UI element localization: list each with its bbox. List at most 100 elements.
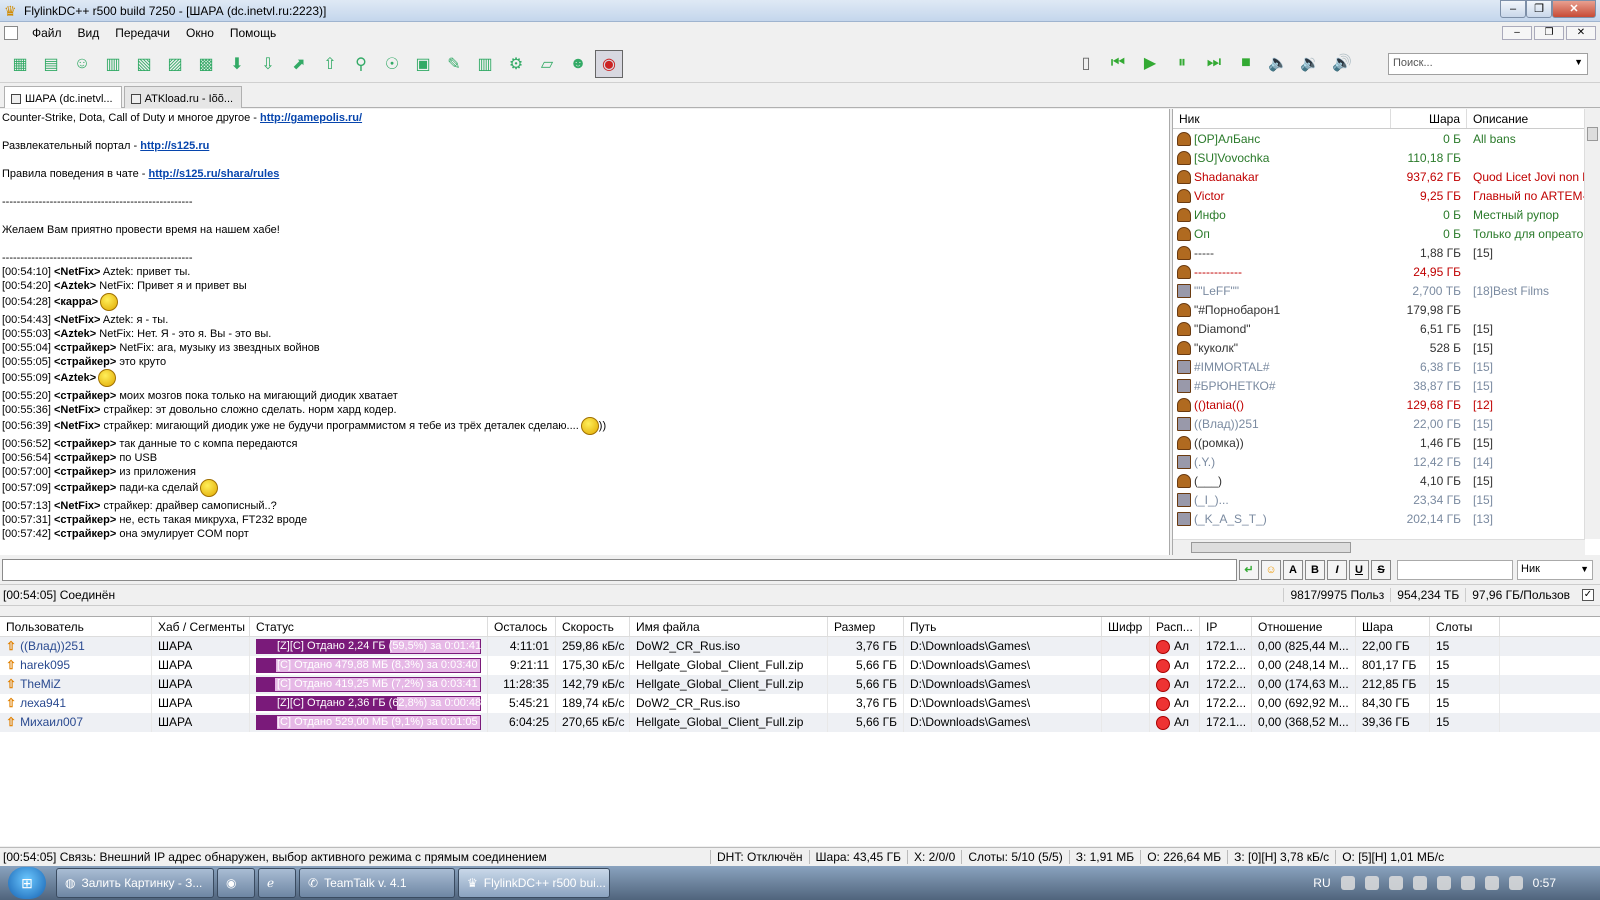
chat-nick[interactable]: <страйкер> xyxy=(54,438,116,450)
user-row[interactable]: "#Порнобарон1 179,98 ГБ xyxy=(1173,300,1600,319)
chat-nick[interactable]: <карра> xyxy=(54,296,98,308)
transfer-column-header[interactable]: Статус xyxy=(250,617,488,636)
chat-nick[interactable]: <NetFix> xyxy=(54,404,100,416)
chevron-down-icon[interactable]: ▼ xyxy=(1574,57,1583,67)
notepad-icon[interactable]: ✎ xyxy=(440,50,468,78)
user-row[interactable]: (_I_)... 23,34 ГБ [15] xyxy=(1173,490,1600,509)
transfer-row[interactable]: ⇧ леха941 ШАРА [Z][C] Отдано 2,36 ГБ (62,8%… xyxy=(0,694,1600,713)
play-icon[interactable]: ▶ xyxy=(1136,49,1164,77)
user-filter-input[interactable] xyxy=(1397,560,1513,580)
user-row[interactable]: Оп 0 Б Только для опреато xyxy=(1173,224,1600,243)
transfer-column-header[interactable]: Имя файла xyxy=(630,617,828,636)
menu-view[interactable]: Вид xyxy=(70,26,108,40)
adl-search-icon[interactable]: ☉ xyxy=(378,50,406,78)
tray-app-icon[interactable] xyxy=(1340,876,1355,890)
close-button[interactable]: ✕ xyxy=(1552,0,1596,18)
transfer-column-header[interactable]: Путь xyxy=(904,617,1102,636)
transfer-row[interactable]: ⇧ ((Влад))251 ШАРА [Z][C] Отдано 2,24 ГБ (5… xyxy=(0,637,1600,656)
column-nick[interactable]: Ник xyxy=(1173,109,1391,128)
volume-down-icon[interactable]: 🔉 xyxy=(1296,49,1324,77)
message-input[interactable] xyxy=(2,559,1237,581)
underline-icon[interactable]: U xyxy=(1349,560,1369,580)
user-row[interactable]: [OP]АлБанс 0 Б All bans xyxy=(1173,129,1600,148)
chat-nick[interactable]: <страйкер> xyxy=(54,342,116,354)
chevron-down-icon[interactable]: ▼ xyxy=(1580,564,1589,574)
mdi-close-button[interactable]: ✕ xyxy=(1566,26,1596,40)
transfer-column-header[interactable]: Размер xyxy=(828,617,904,636)
user-row[interactable]: (_K_A_S_T_) 202,14 ГБ [13] xyxy=(1173,509,1600,528)
tab-atkload[interactable]: ATKload.ru - Іõõ... xyxy=(123,86,243,108)
rewind-icon[interactable]: ⏮ xyxy=(1104,49,1132,77)
stop-icon[interactable]: ■ xyxy=(1232,49,1260,77)
chat-nick[interactable]: <NetFix> xyxy=(54,266,100,278)
mdi-minimize-button[interactable]: – xyxy=(1502,26,1532,40)
volume-mute-icon[interactable]: 🔈 xyxy=(1264,49,1292,77)
volume-icon[interactable] xyxy=(1508,876,1523,890)
chat-link[interactable]: http://gamepolis.ru/ xyxy=(260,112,362,124)
user-row[interactable]: (.Y.) 12,42 ГБ [14] xyxy=(1173,452,1600,471)
transfer-column-header[interactable]: Расп... xyxy=(1150,617,1200,636)
user-row[interactable]: ((Влад))251 22,00 ГБ [15] xyxy=(1173,414,1600,433)
chat-nick[interactable]: <страйкер> xyxy=(54,514,116,526)
transfer-column-header[interactable]: Осталось xyxy=(488,617,556,636)
user-row[interactable]: ------------ 24,95 ГБ xyxy=(1173,262,1600,281)
user-row[interactable]: "Diamond" 6,51 ГБ [15] xyxy=(1173,319,1600,338)
settings-icon[interactable]: ⚙ xyxy=(502,50,530,78)
menu-help[interactable]: Помощь xyxy=(222,26,284,40)
network-stats-icon[interactable]: ▥ xyxy=(471,50,499,78)
filter-column-select[interactable]: Ник ▼ xyxy=(1517,560,1593,580)
user-row[interactable]: [SU]Vovochka 110,18 ГБ xyxy=(1173,148,1600,167)
taskbar-item-firefox[interactable]: ◉ xyxy=(217,868,255,898)
finished-uploads-icon[interactable]: ⇩ xyxy=(254,50,282,78)
font-color-icon[interactable]: A xyxy=(1283,560,1303,580)
transfer-column-header[interactable]: Пользователь xyxy=(0,617,152,636)
taskbar-item-flylink[interactable]: ♛ FlylinkDC++ r500 bui... xyxy=(458,868,610,898)
transfer-row[interactable]: ⇧ TheMiZ ШАРА [C] Отдано 419,25 МБ (7,2%) з… xyxy=(0,675,1600,694)
tray-app-icon[interactable] xyxy=(1364,876,1379,890)
chat-nick[interactable]: <NetFix> xyxy=(54,420,100,432)
tray-app-icon[interactable] xyxy=(1412,876,1427,890)
taskbar-item-teamtalk[interactable]: ✆ TeamTalk v. 4.1 xyxy=(299,868,455,898)
user-row[interactable]: ((ромка)) 1,46 ГБ [15] xyxy=(1173,433,1600,452)
favorite-users-icon[interactable]: ☺ xyxy=(68,50,96,78)
chat-nick[interactable]: <страйкер> xyxy=(54,452,116,464)
language-indicator[interactable]: RU xyxy=(1313,876,1330,890)
taskbar-item-browser[interactable]: ◍ Залить Картинку - З... xyxy=(56,868,214,898)
clock[interactable]: 0:57 xyxy=(1533,876,1556,890)
hash-progress-icon[interactable]: ▱ xyxy=(533,50,561,78)
volume-up-icon[interactable]: 🔊 xyxy=(1328,49,1356,77)
away-icon[interactable]: ☻ xyxy=(564,50,592,78)
user-row[interactable]: "куколк" 528 Б [15] xyxy=(1173,338,1600,357)
queue-icon[interactable]: ▧ xyxy=(130,50,158,78)
maximize-button[interactable]: ❐ xyxy=(1526,0,1552,18)
strikethrough-icon[interactable]: S xyxy=(1371,560,1391,580)
scroll-thumb[interactable] xyxy=(1191,542,1351,553)
italic-icon[interactable]: I xyxy=(1327,560,1347,580)
show-users-checkbox[interactable]: ✓ xyxy=(1582,589,1594,601)
user-row[interactable]: #БРЮНЕТКО# 38,87 ГБ [15] xyxy=(1173,376,1600,395)
tray-app-icon[interactable] xyxy=(1388,876,1403,890)
user-row[interactable]: Инфо 0 Б Местный рупор xyxy=(1173,205,1600,224)
user-row[interactable]: ----- 1,88 ГБ [15] xyxy=(1173,243,1600,262)
chat-nick[interactable]: <Aztek> xyxy=(54,280,96,292)
start-button[interactable]: ⊞ xyxy=(8,867,46,899)
tray-app-icon[interactable] xyxy=(1436,876,1451,890)
network-icon[interactable] xyxy=(1484,876,1499,890)
taskbar-item-ie[interactable]: ℯ xyxy=(258,868,296,898)
upload-queue-icon[interactable]: ▩ xyxy=(192,50,220,78)
chat-log[interactable]: Counter-Strike, Dota, Call of Duty и мно… xyxy=(0,109,1170,555)
chat-link[interactable]: http://s125.ru/shara/rules xyxy=(148,168,279,180)
upload-arrow-icon[interactable]: ⬈ xyxy=(285,50,313,78)
transfer-column-header[interactable]: Шара xyxy=(1356,617,1430,636)
search-input[interactable]: Поиск... ▼ xyxy=(1388,53,1588,75)
public-hubs-icon[interactable]: ▦ xyxy=(6,50,34,78)
chat-nick[interactable]: <страйкер> xyxy=(54,356,116,368)
recent-hubs-icon[interactable]: ▥ xyxy=(99,50,127,78)
transfer-column-header[interactable]: IP xyxy=(1200,617,1252,636)
scroll-thumb[interactable] xyxy=(1587,127,1598,141)
chat-nick[interactable]: <NetFix> xyxy=(54,314,100,326)
user-row[interactable]: Victor 9,25 ГБ Главный по ARTEM- xyxy=(1173,186,1600,205)
transfer-column-header[interactable]: Отношение xyxy=(1252,617,1356,636)
minimize-button[interactable]: – xyxy=(1500,0,1526,18)
chat-nick[interactable]: <страйкер> xyxy=(54,466,116,478)
